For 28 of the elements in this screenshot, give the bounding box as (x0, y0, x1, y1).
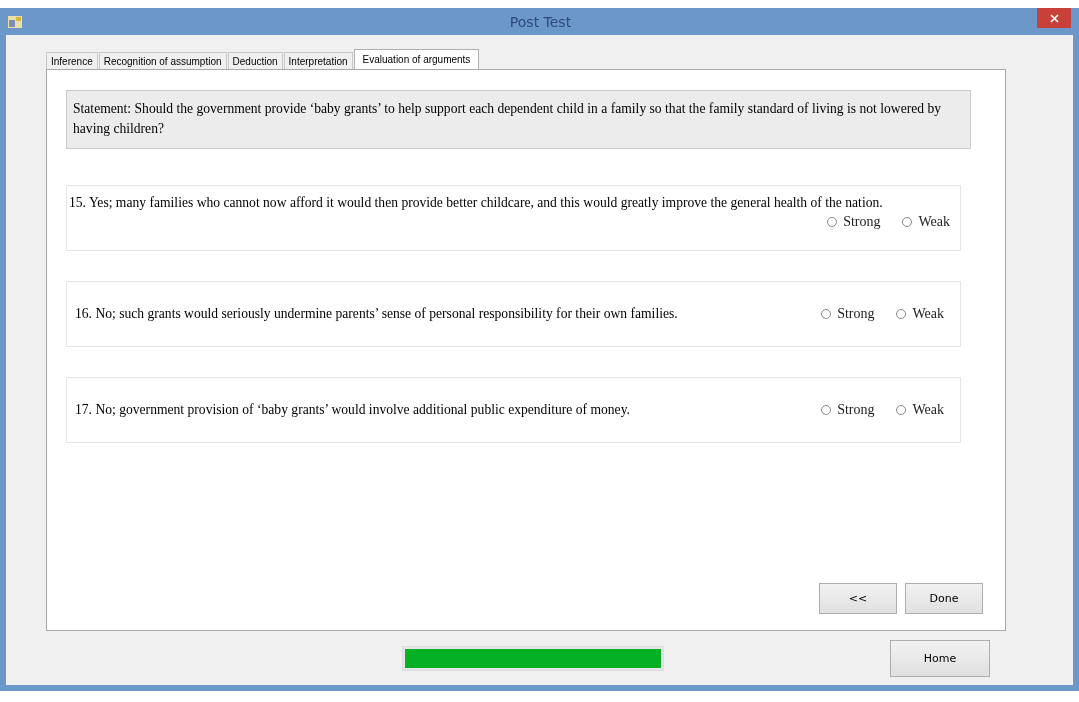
close-button[interactable] (1037, 8, 1071, 28)
radio-option[interactable]: Weak (902, 214, 950, 230)
tab[interactable]: Recognition of assumption (98, 52, 227, 69)
tab[interactable]: Deduction (227, 52, 283, 69)
radio-option[interactable]: Strong (827, 214, 881, 230)
home-button[interactable]: Home (890, 639, 990, 677)
radio-button[interactable] (896, 309, 907, 319)
question-text: 15. Yes; many families who cannot now afford it would then provide better childcare, and this would greatly improve the general health of the nation. (69, 194, 884, 212)
radio-option[interactable]: Weak (896, 402, 944, 418)
question-text: 16. No; such grants would seriously undermine parents’ sense of personal responsibility for their own families. (75, 306, 679, 322)
tab[interactable]: Interpretation (283, 52, 353, 69)
tab[interactable]: Evaluation of arguments (353, 49, 480, 69)
radio-button[interactable] (821, 405, 832, 415)
question-text: 17. No; government provision of ‘baby grants’ would involve additional public expenditure of money. (75, 402, 631, 418)
radio-option[interactable]: Strong (821, 306, 875, 322)
statement-text: Statement: Should the government provide ‘baby grants’ to help support each dependent child in a family so that the family standard of living is not lowered by having children? (66, 90, 971, 149)
radio-button[interactable] (902, 217, 913, 227)
tab[interactable]: Inference (46, 52, 98, 69)
radio-button[interactable] (821, 309, 832, 319)
radio-button[interactable] (896, 405, 907, 415)
app-icon (8, 15, 22, 28)
radio-button[interactable] (827, 217, 838, 227)
close-icon (1049, 13, 1059, 23)
done-button[interactable]: Done (905, 583, 983, 614)
radio-option[interactable]: Strong (821, 402, 875, 418)
window-title: Post Test (508, 13, 573, 30)
back-button[interactable]: << (819, 583, 897, 614)
radio-option[interactable]: Weak (896, 306, 944, 322)
